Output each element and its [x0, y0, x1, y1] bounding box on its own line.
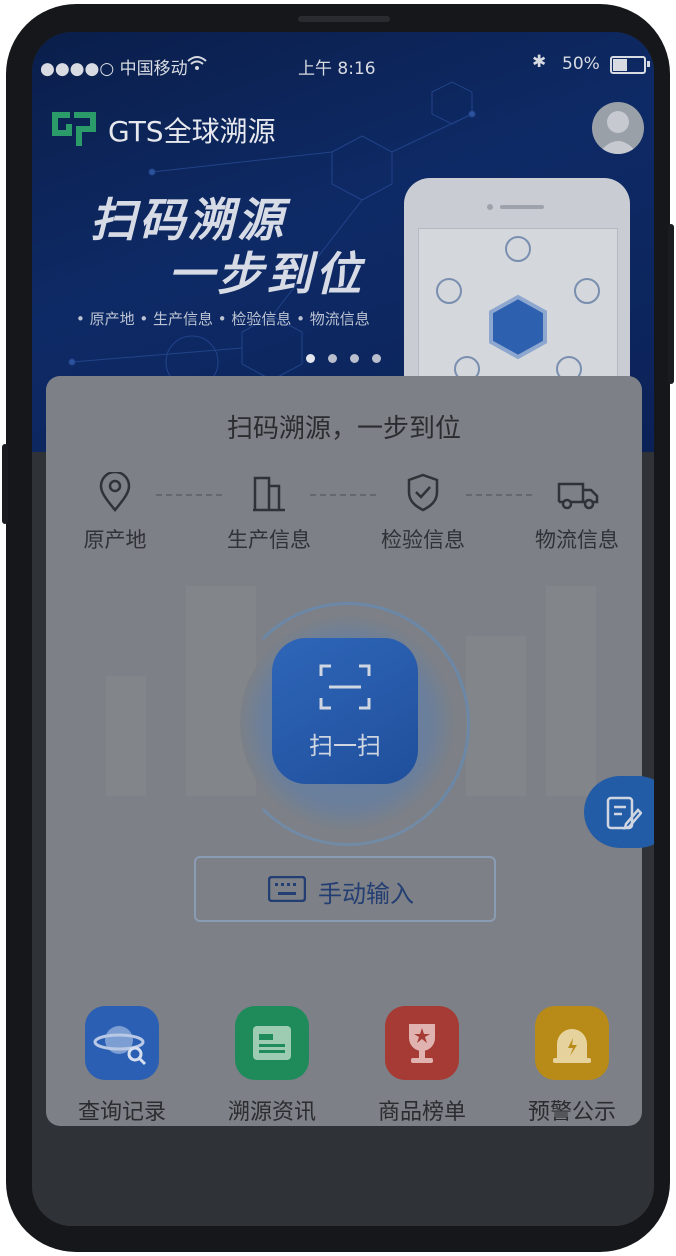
mini-phone-speaker — [487, 204, 544, 210]
carousel-dot[interactable] — [306, 354, 315, 363]
battery-percent: 50% — [562, 54, 600, 74]
gtc-logo — [52, 112, 96, 146]
factory-building-icon — [253, 476, 285, 512]
quick-action-news[interactable]: 溯源资讯 — [222, 1006, 322, 1126]
banner-phone-illustration — [404, 178, 630, 420]
scan-card: 扫码溯源，一步到位 原产地 生产信息 检验信息 物流信息 扫一扫 手动输入 查询… — [46, 376, 642, 1126]
floating-edit-button[interactable] — [584, 776, 654, 848]
keyboard-icon — [268, 876, 306, 902]
location-pin-icon — [99, 472, 131, 512]
bluetooth-icon: ✱ — [532, 52, 547, 72]
carousel-dot[interactable] — [328, 354, 337, 363]
carousel-dot[interactable] — [372, 354, 381, 363]
feature-origin[interactable]: 原产地 — [60, 472, 170, 554]
wifi-icon — [187, 56, 207, 70]
feature-inspection[interactable]: 检验信息 — [368, 472, 478, 554]
feature-label: 检验信息 — [381, 528, 465, 552]
quick-action-ranking[interactable]: 商品榜单 — [372, 1006, 472, 1126]
user-avatar[interactable] — [592, 102, 644, 154]
feature-production[interactable]: 生产信息 — [214, 472, 324, 554]
battery-icon — [610, 56, 650, 74]
quick-action-history[interactable]: 查询记录 — [72, 1006, 172, 1126]
feature-label: 物流信息 — [535, 528, 619, 552]
manual-input-button[interactable]: 手动输入 — [194, 856, 496, 922]
app-title: GTS全球溯源 — [108, 115, 276, 148]
speaker-notch — [298, 16, 390, 22]
scan-label: 扫一扫 — [309, 732, 381, 760]
news-card-icon — [235, 1006, 309, 1080]
quick-action-label: 查询记录 — [77, 1100, 166, 1125]
scan-button[interactable]: 扫一扫 — [272, 638, 418, 784]
status-bar: ●●●●○ 中国移动 上午 8:16 ✱ 50% — [32, 52, 654, 80]
quick-action-warning[interactable]: 预警公示 — [522, 1006, 622, 1126]
bottom-background — [32, 1128, 654, 1226]
card-title: 扫码溯源，一步到位 — [226, 414, 461, 444]
trophy-icon — [385, 1006, 459, 1080]
planet-search-icon — [85, 1006, 159, 1080]
edit-form-icon — [606, 796, 642, 830]
carousel-indicator[interactable] — [306, 348, 394, 367]
banner-subtitle: • 原产地 • 生产信息 • 检验信息 • 物流信息 — [76, 310, 370, 328]
feature-label: 原产地 — [83, 528, 147, 552]
alarm-bell-icon — [535, 1006, 609, 1080]
truck-icon — [557, 482, 599, 510]
power-button — [668, 224, 674, 384]
scan-frame-icon — [319, 664, 371, 710]
person-icon — [598, 111, 638, 154]
banner-headline-2: 一步到位 — [168, 247, 364, 301]
quick-action-label: 溯源资讯 — [227, 1100, 316, 1125]
manual-input-label: 手动输入 — [318, 880, 414, 908]
clock: 上午 8:16 — [298, 59, 376, 79]
shield-check-icon — [407, 473, 439, 512]
screen: ●●●●○ 中国移动 上午 8:16 ✱ 50% GTS全球溯源 扫码溯源 一步… — [32, 32, 654, 1226]
divider — [310, 494, 376, 496]
quick-action-label: 预警公示 — [527, 1100, 616, 1125]
carrier-label: ●●●●○ 中国移动 — [40, 59, 188, 79]
quick-action-label: 商品榜单 — [377, 1100, 466, 1125]
carousel-dot[interactable] — [350, 354, 359, 363]
battery-fill — [613, 59, 627, 71]
divider — [156, 494, 222, 496]
feature-logistics[interactable]: 物流信息 — [522, 472, 632, 554]
volume-button — [2, 444, 8, 524]
feature-label: 生产信息 — [227, 528, 311, 552]
phone-frame: ●●●●○ 中国移动 上午 8:16 ✱ 50% GTS全球溯源 扫码溯源 一步… — [2, 4, 674, 1252]
